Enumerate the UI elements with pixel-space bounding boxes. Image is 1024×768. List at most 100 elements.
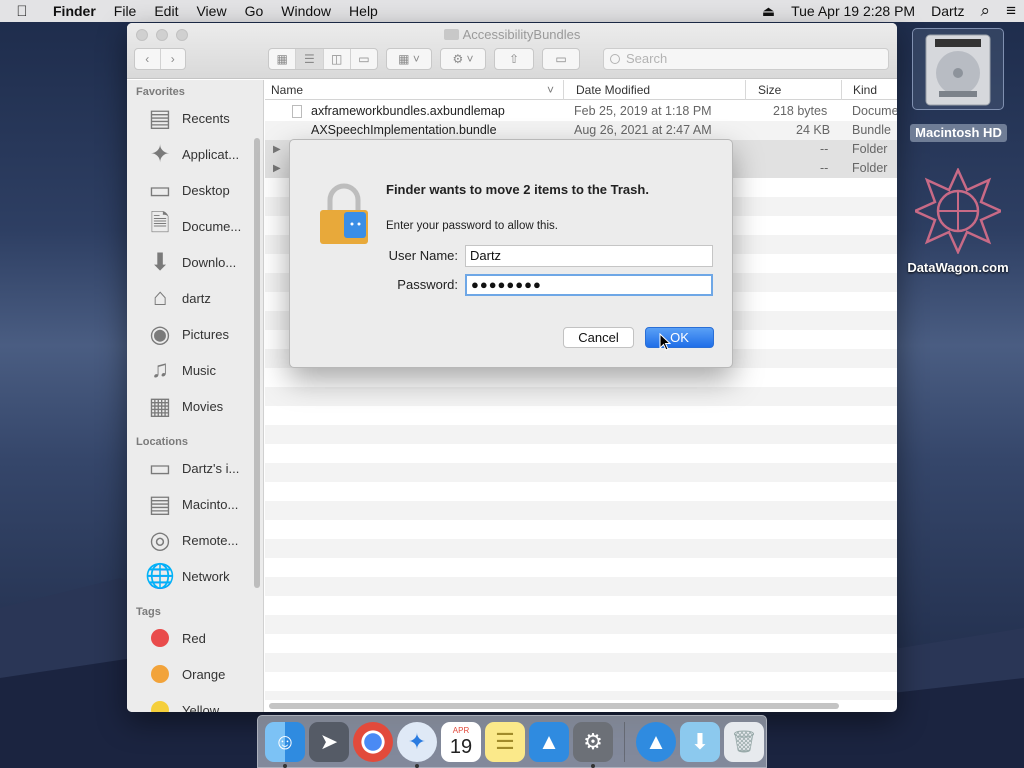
share-button[interactable]: ⇧ — [494, 48, 534, 70]
horizontal-scrollbar[interactable] — [269, 703, 839, 709]
password-field[interactable]: ●●●●●●●● — [465, 274, 713, 296]
macintosh-hd-label[interactable]: Macintosh HD — [910, 124, 1007, 142]
sidebar-item-home[interactable]: ⌂ dartz — [127, 280, 255, 316]
notes-icon[interactable]: ☰ — [485, 721, 525, 762]
sidebar-item-documents[interactable]: 🗎 Docume... — [127, 208, 255, 244]
sidebar-item-computer[interactable]: ▭ Dartz's i... — [127, 450, 255, 486]
sidebar-item-applications[interactable]: ✦ Applicat... — [127, 136, 255, 172]
group-icon: ▦ ˅ — [398, 52, 420, 66]
user-menu[interactable]: Dartz — [923, 3, 972, 19]
macintosh-hd-icon[interactable] — [912, 28, 1004, 110]
password-label: Password: — [397, 277, 458, 292]
sidebar-item-network[interactable]: 🌐 Network — [127, 558, 255, 594]
spotlight-icon[interactable]: ⌕ — [973, 1, 999, 21]
recents-icon: ▤ — [148, 104, 172, 132]
ok-button[interactable]: OK — [645, 327, 714, 348]
computer-icon: ▭ — [148, 454, 172, 482]
menu-edit[interactable]: Edit — [145, 3, 187, 19]
sidebar-item-music[interactable]: ♫ Music — [127, 352, 255, 388]
applications-icon: ✦ — [149, 140, 171, 168]
datawagon-label[interactable]: DataWagon.com — [902, 260, 1014, 275]
search-input[interactable]: Search — [603, 48, 889, 70]
music-icon: ♫ — [151, 356, 169, 383]
yellow-tag-icon — [151, 701, 169, 712]
sidebar-item-macintosh-hd[interactable]: ▤ Macinto... — [127, 486, 255, 522]
sidebar-tag-yellow[interactable]: Yellow — [127, 692, 255, 712]
sidebar-item-desktop[interactable]: ▭ Desktop — [127, 172, 255, 208]
notification-center-icon[interactable]: ≡ — [998, 1, 1024, 21]
eject-icon[interactable]: ⏏ — [754, 3, 783, 20]
safari-icon[interactable]: ✦ — [397, 721, 437, 768]
authentication-dialog: Finder wants to move 2 items to the Tras… — [289, 139, 733, 368]
sidebar-item-downloads[interactable]: ⬇ Downlo... — [127, 244, 255, 280]
dialog-message: Enter your password to allow this. — [386, 220, 558, 232]
column-view-icon[interactable]: ◫ — [324, 49, 351, 69]
view-switcher: ▦ ☰ ◫ ▭ — [268, 48, 378, 70]
menu-go[interactable]: Go — [236, 3, 273, 19]
action-button[interactable]: ⚙ ˅ — [440, 48, 486, 70]
menu-file[interactable]: File — [105, 3, 146, 19]
forward-button[interactable]: › — [161, 49, 186, 69]
calendar-icon[interactable]: APR 19 — [441, 721, 481, 762]
system-preferences-icon[interactable]: ⚙ — [573, 721, 613, 768]
hard-drive-icon — [925, 34, 991, 106]
favorites-header: Favorites — [136, 86, 185, 98]
sort-chevron-icon: ˅ — [547, 83, 555, 97]
chrome-icon[interactable] — [353, 721, 393, 762]
remote-disc-icon: ◎ — [149, 526, 171, 554]
downloads-stack-icon[interactable]: ⬇ — [680, 721, 720, 762]
table-row[interactable]: axframeworkbundles.axbundlemap Feb 25, 2… — [265, 102, 897, 121]
menu-window[interactable]: Window — [272, 3, 340, 19]
gallery-view-icon[interactable]: ▭ — [351, 49, 377, 69]
sidebar-scrollbar[interactable] — [254, 138, 260, 588]
home-icon: ⌂ — [152, 284, 168, 311]
apple-menu-icon[interactable]:  — [0, 3, 44, 20]
sidebar-tag-red[interactable]: Red — [127, 620, 255, 656]
list-view-icon[interactable]: ☰ — [296, 49, 324, 69]
tag-icon: ▭ — [555, 52, 567, 66]
disk-icon: ▤ — [148, 490, 172, 518]
column-kind[interactable]: Kind — [853, 83, 877, 97]
dock: ☺ ➤ ✦ APR 19 ☰ ▲ ⚙ ▲ ⬇ 🗑 — [257, 715, 767, 768]
window-title: AccessibilityBundles — [127, 27, 897, 42]
document-icon — [292, 105, 302, 118]
trash-icon[interactable]: 🗑 — [724, 721, 764, 762]
sidebar-tag-orange[interactable]: Orange — [127, 656, 255, 692]
calendar-day: 19 — [449, 735, 473, 758]
clock[interactable]: Tue Apr 19 2:28 PM — [783, 3, 923, 19]
nav-buttons: ‹ › — [134, 48, 186, 70]
sidebar-item-remote-disc[interactable]: ◎ Remote... — [127, 522, 255, 558]
menu-help[interactable]: Help — [340, 3, 387, 19]
movies-icon: ▦ — [148, 392, 172, 420]
dialog-title: Finder wants to move 2 items to the Tras… — [386, 182, 649, 197]
username-field[interactable]: Dartz — [465, 245, 713, 267]
locations-header: Locations — [136, 436, 188, 448]
red-tag-icon — [151, 629, 169, 647]
sidebar-item-recents[interactable]: ▤ Recents — [127, 100, 255, 136]
menu-view[interactable]: View — [187, 3, 235, 19]
table-row[interactable]: AXSpeechImplementation.bundle Aug 26, 20… — [265, 121, 897, 140]
back-button[interactable]: ‹ — [135, 49, 161, 69]
desktop-icon: ▭ — [148, 176, 172, 204]
app-store-icon[interactable]: ▲ — [529, 721, 569, 762]
app-store-folder-icon[interactable]: ▲ — [636, 721, 676, 762]
disclosure-triangle-icon[interactable]: ▶ — [273, 140, 281, 159]
disclosure-triangle-icon[interactable]: ▶ — [273, 159, 281, 178]
column-size[interactable]: Size — [758, 83, 781, 97]
cancel-button[interactable]: Cancel — [563, 327, 634, 348]
menu-finder[interactable]: Finder — [44, 3, 105, 19]
calendar-month: APR — [452, 725, 470, 735]
column-name[interactable]: Name — [271, 83, 303, 97]
title-bar: AccessibilityBundles ‹ › ▦ ☰ ◫ ▭ ▦ ˅ ⚙ ˅… — [127, 23, 897, 79]
datawagon-icon[interactable] — [915, 168, 1001, 254]
group-button[interactable]: ▦ ˅ — [386, 48, 432, 70]
icon-view-icon[interactable]: ▦ — [269, 49, 297, 69]
sidebar-item-pictures[interactable]: ◉ Pictures — [127, 316, 255, 352]
sidebar-item-movies[interactable]: ▦ Movies — [127, 388, 255, 424]
tags-button[interactable]: ▭ — [542, 48, 580, 70]
share-icon: ⇧ — [508, 52, 520, 66]
column-date[interactable]: Date Modified — [576, 83, 650, 97]
column-headers: Name ˅ Date Modified Size Kind — [265, 80, 897, 100]
launchpad-icon[interactable]: ➤ — [309, 721, 349, 762]
finder-icon[interactable]: ☺ — [265, 721, 305, 768]
